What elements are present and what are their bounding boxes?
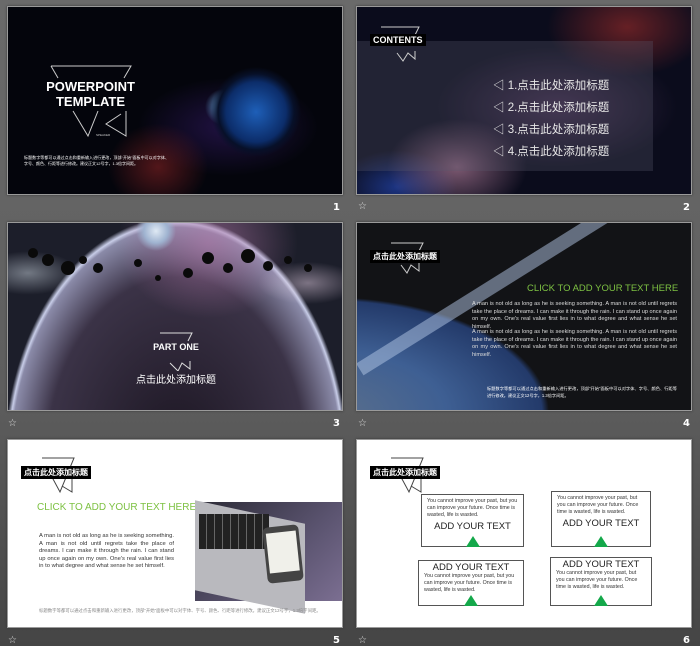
green-triangle-icon (594, 536, 608, 547)
card-title: ADD YOUR TEXT (562, 559, 640, 570)
green-heading: CLICK TO ADD YOUR TEXT HERE (527, 283, 679, 294)
asteroids-decoration (28, 248, 312, 281)
card-text: You cannot improve your past, but you ca… (424, 573, 515, 593)
footer-note: 标题数字等都可以通过点击和重新输入进行更改，顶部“开始”面板中可以对字体、字号、… (487, 386, 677, 398)
slide-heading: 点击此处添加标题 (21, 466, 91, 479)
slide-thumbnail-2[interactable]: CONTENTS ◁ 1.点击此处添加标题 ◁ 2.点击此处添加标题 ◁ 3.点… (356, 6, 692, 195)
contents-list: ◁ 1.点击此处添加标题 ◁ 2.点击此处添加标题 ◁ 3.点击此处添加标题 ◁… (493, 75, 609, 163)
text-card[interactable]: ADD YOUR TEXT You cannot improve your pa… (550, 557, 652, 606)
star-icon[interactable]: ☆ (358, 201, 367, 212)
slide-title: POWERPOINT TEMPLATE (38, 79, 143, 109)
contents-heading: CONTENTS (370, 34, 426, 46)
body-paragraph: A man is not old as long as he is seekin… (472, 329, 677, 358)
part-subtitle: 点击此处添加标题 (136, 375, 216, 386)
slide-number: 6 (683, 635, 690, 646)
slide-number: 5 (333, 635, 340, 646)
body-paragraph: A man is not old as long as he is seekin… (472, 301, 677, 330)
keyboard-shape (199, 514, 269, 549)
body-paragraph: A man is not old as long as he is seekin… (39, 533, 174, 569)
part-title: PART ONE (153, 342, 199, 352)
speaker-label: SPEAKER (96, 133, 111, 137)
slide-heading: 点击此处添加标题 (370, 250, 440, 263)
text-card[interactable]: You cannot improve your past, but you ca… (551, 491, 651, 547)
green-heading: CLICK TO ADD YOUR TEXT HERE (37, 502, 197, 513)
contents-item[interactable]: ◁ 3.点击此处添加标题 (493, 119, 609, 141)
star-icon[interactable]: ☆ (358, 635, 367, 646)
card-title: ADD YOUR TEXT (432, 562, 510, 573)
laptop-photo (195, 500, 342, 614)
card-text: You cannot improve your past, but you ca… (557, 495, 639, 515)
slide-thumbnail-6[interactable]: 点击此处添加标题 You cannot improve your past, b… (356, 439, 692, 628)
card-text: You cannot improve your past, but you ca… (427, 498, 518, 518)
text-card[interactable]: You cannot improve your past, but you ca… (421, 494, 524, 547)
star-icon[interactable]: ☆ (8, 418, 17, 429)
star-icon[interactable]: ☆ (358, 418, 367, 429)
green-triangle-icon (465, 536, 480, 547)
text-card[interactable]: ADD YOUR TEXT You cannot improve your pa… (418, 560, 524, 606)
slide-number: 2 (683, 202, 690, 213)
star-icon[interactable]: ☆ (8, 635, 17, 646)
slide-body-text: 标题数字等都可以通过点击和重新输入进行更改，顶部“开始”面板中可以对字体、字号、… (24, 155, 169, 166)
slide-thumbnail-1[interactable]: POWERPOINT TEMPLATE SPEAKER 标题数字等都可以通过点击和… (7, 6, 343, 195)
contents-item[interactable]: ◁ 2.点击此处添加标题 (493, 97, 609, 119)
slide-thumbnail-4[interactable]: 点击此处添加标题 CLICK TO ADD YOUR TEXT HERE A m… (356, 222, 692, 411)
slide-number: 1 (333, 202, 340, 213)
contents-item[interactable]: ◁ 1.点击此处添加标题 (493, 75, 609, 97)
card-title: ADD YOUR TEXT (434, 521, 511, 532)
title-line-2: TEMPLATE (55, 94, 126, 109)
phone-shape (262, 524, 304, 584)
green-triangle-icon (464, 595, 478, 606)
contents-item[interactable]: ◁ 4.点击此处添加标题 (493, 141, 609, 163)
slide-heading: 点击此处添加标题 (370, 466, 440, 479)
slide-number: 4 (683, 418, 690, 429)
slide-number: 3 (333, 418, 340, 429)
title-line-1: POWERPOINT (46, 79, 135, 94)
slide-thumbnail-3[interactable]: PART ONE 点击此处添加标题 (7, 222, 343, 411)
slide-thumbnail-5[interactable]: 点击此处添加标题 CLICK TO ADD YOUR TEXT HERE A m… (7, 439, 343, 628)
green-triangle-icon (594, 595, 608, 606)
card-text: You cannot improve your past, but you ca… (556, 570, 638, 590)
card-title: ADD YOUR TEXT (562, 518, 640, 529)
footer-note: 标题数字等都可以通过点击和重新输入进行更改，顶部“开始”面板中可以对字体、字号、… (39, 608, 321, 613)
